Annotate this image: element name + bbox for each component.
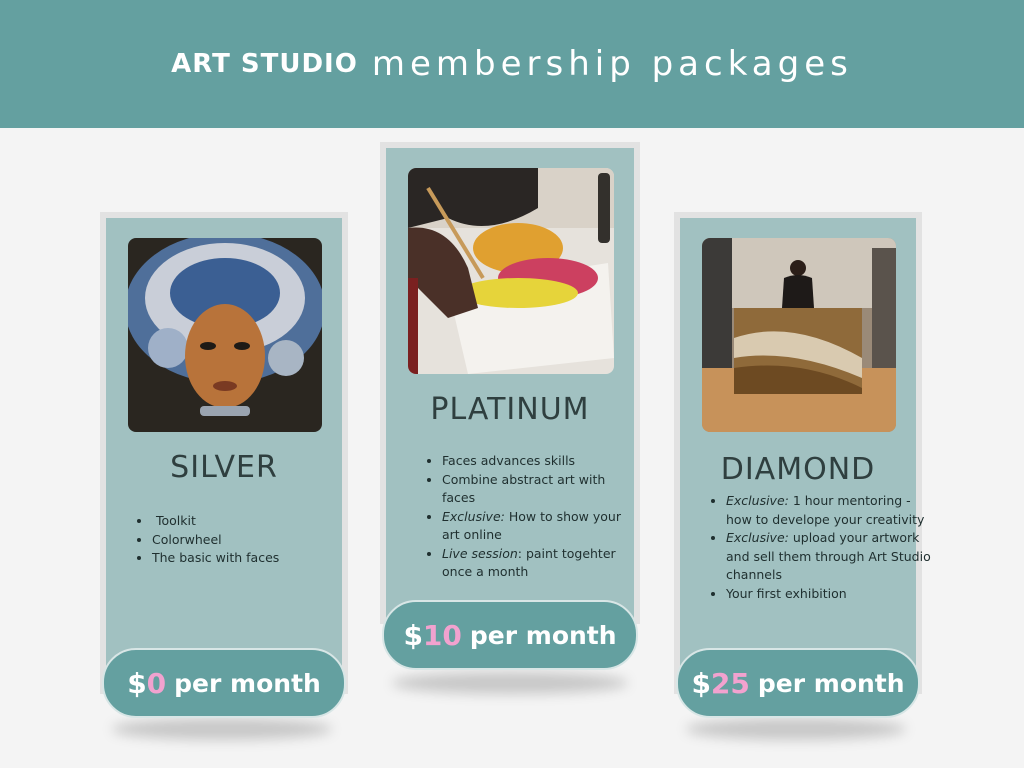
silver-painting-image — [128, 238, 322, 432]
price-currency: $ — [691, 666, 711, 700]
list-item: Live session: paint togehter once a mont… — [442, 545, 642, 582]
silver-price-shadow — [112, 718, 332, 740]
diamond-feature-list: Exclusive: 1 hour mentoring - how to dev… — [706, 492, 932, 603]
price-period: per month — [757, 668, 905, 698]
header-banner: ART STUDIO membership packages — [0, 0, 1024, 128]
price-period: per month — [174, 668, 321, 698]
list-item: Colorwheel — [152, 531, 352, 550]
list-item: Exclusive: 1 hour mentoring - how to dev… — [726, 492, 932, 529]
price-amount: 0 — [146, 666, 167, 700]
page-subtitle: membership packages — [371, 44, 853, 84]
platinum-feature-list: Faces advances skills Combine abstract a… — [422, 452, 642, 582]
price-currency: $ — [127, 666, 147, 700]
emphasis-text: Live session — [442, 545, 518, 561]
emphasis-text: Exclusive: — [442, 508, 505, 524]
platinum-photo-image — [408, 168, 614, 374]
list-item: The basic with faces — [152, 549, 352, 568]
price-period: per month — [469, 620, 617, 650]
platinum-title: PLATINUM — [430, 392, 590, 427]
diamond-photo-image — [702, 238, 896, 432]
diamond-title: DIAMOND — [720, 452, 876, 487]
platinum-price-button[interactable]: $ 10 per month — [382, 600, 638, 670]
price-amount: 25 — [710, 666, 750, 700]
silver-title: SILVER — [170, 450, 278, 485]
emphasis-text: Exclusive: — [726, 493, 789, 508]
page: ART STUDIO membership packages SILVER To… — [0, 0, 1024, 768]
list-item: Combine abstract art with faces — [442, 471, 642, 508]
price-currency: $ — [403, 618, 423, 652]
price-amount: 10 — [422, 618, 462, 652]
brand-title: ART STUDIO — [171, 49, 358, 79]
diamond-price-shadow — [686, 718, 906, 740]
list-item: Exclusive: How to show your art online — [442, 508, 642, 545]
list-item: Toolkit — [152, 512, 352, 531]
list-item: Exclusive: upload your artwork and sell … — [726, 529, 932, 585]
list-item: Faces advances skills — [442, 452, 642, 471]
diamond-card: DIAMOND Exclusive: 1 hour mentoring - ho… — [674, 212, 931, 694]
list-item: Your first exhibition — [726, 585, 932, 604]
silver-price-button[interactable]: $ 0 per month — [102, 648, 346, 718]
platinum-price-shadow — [392, 672, 628, 694]
emphasis-text: Exclusive: — [726, 530, 789, 545]
silver-feature-list: Toolkit Colorwheel The basic with faces — [132, 512, 352, 568]
platinum-card: PLATINUM Faces advances skills Combine a… — [380, 142, 640, 624]
diamond-price-button[interactable]: $ 25 per month — [676, 648, 920, 718]
silver-card: SILVER Toolkit Colorwheel The basic with… — [100, 212, 348, 694]
